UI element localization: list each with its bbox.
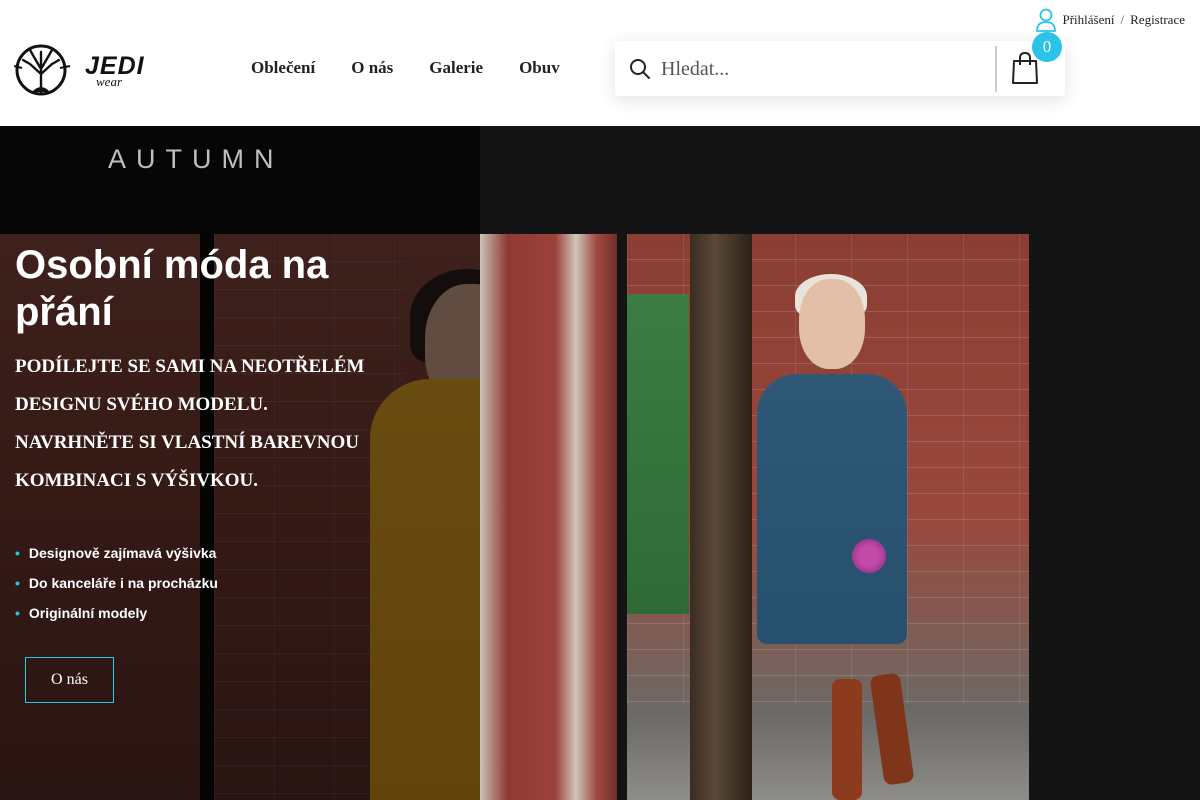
nav-item-obleceni[interactable]: Oblečení bbox=[251, 58, 315, 78]
hero-subtitle-line: Podílejte se sami na neotřelém bbox=[15, 356, 365, 377]
search-divider bbox=[995, 46, 997, 92]
hero-subtitle-line: kombinaci s výšivkou. bbox=[15, 470, 258, 491]
hero-subtitle: Podílejte se sami na neotřelém designu s… bbox=[15, 348, 375, 500]
bullet-dot-icon: • bbox=[15, 545, 20, 561]
tree-logo-icon bbox=[14, 44, 71, 96]
blue-dress bbox=[757, 374, 907, 644]
search-box: 0 bbox=[615, 32, 1065, 96]
account-separator: / bbox=[1120, 12, 1125, 27]
red-pillar bbox=[480, 234, 617, 800]
wooden-post bbox=[690, 234, 752, 800]
list-item: • Designově zajímavá výšivka bbox=[15, 538, 218, 568]
autumn-banner: AUTUMN bbox=[0, 126, 480, 234]
nav-item-galerie[interactable]: Galerie bbox=[429, 58, 483, 78]
list-item: • Originální modely bbox=[15, 598, 218, 628]
hero-title: Osobní móda na přání bbox=[15, 243, 329, 334]
green-door bbox=[627, 294, 689, 614]
about-us-button[interactable]: O nás bbox=[25, 657, 114, 703]
logo-sub: wear bbox=[96, 74, 122, 89]
boot-left bbox=[832, 679, 862, 800]
main-nav: Oblečení O nás Galerie Obuv bbox=[251, 58, 560, 78]
register-link[interactable]: Registrace bbox=[1130, 12, 1185, 28]
hero-photo-right bbox=[627, 234, 1029, 800]
search-icon[interactable] bbox=[629, 58, 651, 80]
account-links: Přihlášení / Registrace bbox=[1035, 8, 1185, 32]
user-icon[interactable] bbox=[1035, 8, 1057, 32]
bullet-dot-icon: • bbox=[15, 575, 20, 591]
nav-item-obuv[interactable]: Obuv bbox=[519, 58, 560, 78]
hero-subtitle-line: designu svého modelu. bbox=[15, 394, 268, 415]
nav-item-o-nas[interactable]: O nás bbox=[351, 58, 393, 78]
cart-count-badge[interactable]: 0 bbox=[1032, 32, 1062, 62]
search-input[interactable] bbox=[661, 51, 991, 87]
list-item: • Do kanceláře i na procházku bbox=[15, 568, 218, 598]
hero-subtitle-line: Navrhněte si vlastní barevnou bbox=[15, 432, 360, 453]
site-logo[interactable]: JEDI wear bbox=[14, 42, 144, 96]
site-header: JEDI wear Oblečení O nás Galerie Obuv Př… bbox=[0, 0, 1200, 126]
hero-bullets: • Designově zajímavá výšivka • Do kancelář… bbox=[15, 538, 218, 628]
embroidery-flower bbox=[852, 539, 886, 573]
model-face-right bbox=[799, 279, 865, 369]
bullet-dot-icon: • bbox=[15, 605, 20, 621]
autumn-text: AUTUMN bbox=[108, 144, 284, 174]
login-link[interactable]: Přihlášení bbox=[1063, 12, 1115, 28]
hero-section: AUTUMN Osobní móda na přání Podílejte se… bbox=[0, 126, 1200, 800]
